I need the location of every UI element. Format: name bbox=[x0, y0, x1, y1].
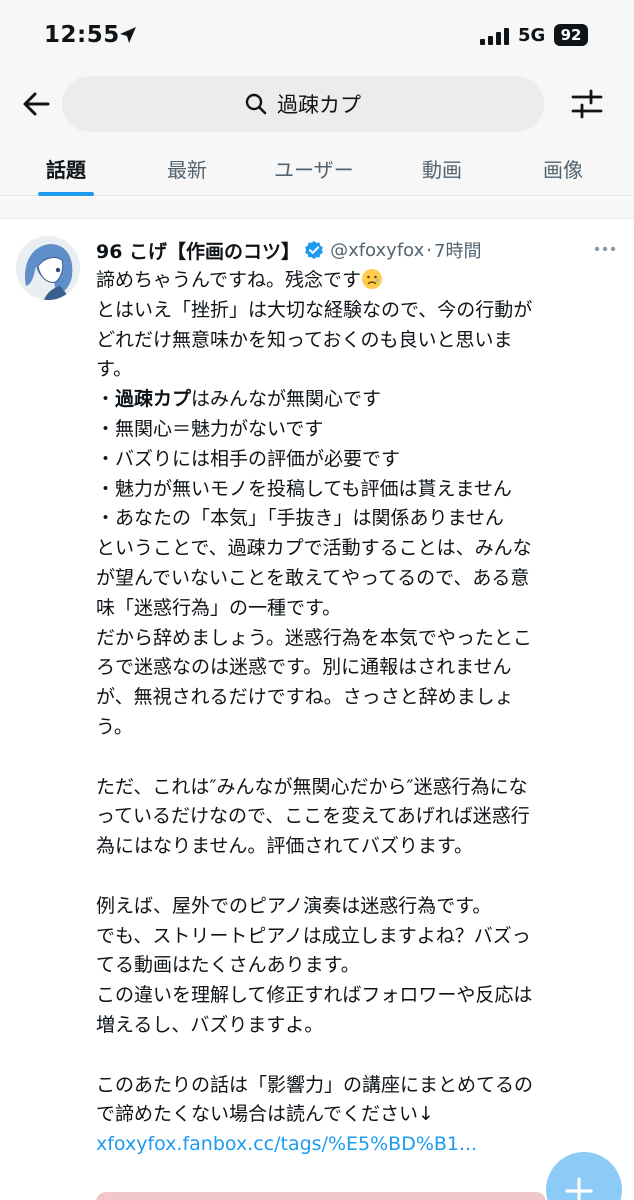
tab-users[interactable]: ユーザー bbox=[274, 154, 354, 183]
author-name[interactable]: 96 こげ【作画のコツ】 bbox=[96, 237, 300, 264]
tweet-line: ということで、過疎カプで活動することは、みんな bbox=[96, 537, 532, 560]
tweet-link[interactable]: xfoxyfox.fanbox.cc/tags/%E5%BD%B1... bbox=[96, 1130, 616, 1160]
tweet-line: 為にはなりません。評価されてバズります。 bbox=[96, 835, 473, 858]
tweet-line: どれだけ無意味かを知っておくのも良いと思いま bbox=[96, 328, 513, 351]
tweet-time[interactable]: 7時間 bbox=[434, 237, 481, 263]
location-arrow-icon bbox=[120, 27, 136, 43]
tweet-line: だから辞めましょう。迷惑行為を本気でやったとこ bbox=[96, 626, 532, 649]
author-handle[interactable]: @xfoxyfox bbox=[330, 240, 424, 261]
search-tabs: 話題 最新 ユーザー 動画 画像 bbox=[0, 140, 634, 196]
tweet-line: う。 bbox=[96, 715, 133, 738]
signal-icon bbox=[480, 28, 509, 45]
tweet-line: 諦めちゃうんですね。残念です bbox=[96, 266, 616, 296]
tab-images[interactable]: 画像 bbox=[543, 154, 583, 183]
tweet-line: ・魅力が無いモノを投稿しても評価は貰えません bbox=[96, 477, 512, 500]
tweet-line: ろで迷惑なのは迷惑です。別に通報はされません bbox=[96, 656, 512, 679]
tab-videos[interactable]: 動画 bbox=[422, 154, 462, 183]
link-card[interactable] bbox=[96, 1192, 546, 1200]
search-header: 過疎カプ bbox=[0, 70, 634, 140]
tweet-line: この違いを理解して修正すればフォロワーや反応は bbox=[96, 984, 533, 1007]
search-icon bbox=[245, 93, 267, 115]
separator: · bbox=[426, 239, 432, 261]
search-input[interactable]: 過疎カプ bbox=[62, 76, 544, 132]
tab-latest[interactable]: 最新 bbox=[167, 154, 207, 183]
tab-top[interactable]: 話題 bbox=[46, 154, 86, 183]
verified-badge-icon bbox=[305, 240, 323, 260]
tweet-line: す。 bbox=[96, 358, 133, 381]
search-query: 過疎カプ bbox=[277, 93, 361, 117]
plus-icon bbox=[565, 1177, 593, 1200]
tweet-header: 96 こげ【作画のコツ】 @xfoxyfox · 7時間 bbox=[96, 236, 616, 264]
tweet-line: ・無関心＝魅力がないです bbox=[96, 417, 324, 440]
back-arrow-icon[interactable] bbox=[18, 86, 54, 122]
more-icon[interactable] bbox=[592, 240, 618, 258]
filter-icon[interactable] bbox=[570, 87, 604, 121]
tweet-line: ・バズりには相手の評価が必要です bbox=[96, 447, 401, 470]
status-bar: 12:55 5G 92 bbox=[0, 0, 634, 70]
tweet-line: 味「迷惑行為」の一種です。 bbox=[96, 596, 342, 619]
battery-level: 92 bbox=[554, 24, 588, 46]
tweet-text: 諦めちゃうんですね。残念です とはいえ「挫折」は大切な経験なので、今の行動が ど… bbox=[96, 266, 616, 1160]
tweet-line: ・あなたの「本気」「手抜き」は関係ありません bbox=[96, 507, 504, 530]
active-tab-indicator bbox=[38, 192, 94, 196]
tweet-line: このあたりの話は「影響力」の講座にまとめてるの bbox=[96, 1073, 534, 1096]
network-type: 5G bbox=[518, 25, 546, 46]
tweet-line: ただ、これは″みんなが無関心だから″迷惑行為にな bbox=[96, 775, 528, 798]
tweet-line: 増えるし、バズりますよ。 bbox=[96, 1013, 324, 1036]
status-time: 12:55 bbox=[44, 22, 120, 48]
tweet-line: っているだけなので、ここを変えてあげれば迷惑行 bbox=[96, 805, 530, 828]
tweet-line: が望んでいないことを敢えてやってるので、ある意 bbox=[96, 566, 530, 589]
highlighted-keyword: 過疎カプ bbox=[115, 388, 192, 411]
tweet-line: 例えば、屋外でのピアノ演奏は迷惑行為です。 bbox=[96, 894, 492, 917]
avatar[interactable] bbox=[16, 236, 80, 300]
tweet-line: が、無視されるだけですね。さっさと辞めましょ bbox=[96, 686, 514, 709]
tweet-line: でも、ストリートピアノは成立しますよね？バズっ bbox=[96, 924, 531, 947]
tweet-line: とはいえ「挫折」は大切な経験なので、今の行動が bbox=[96, 298, 533, 321]
tweet-line: で諦めたくない場合は読んでください↓ bbox=[96, 1103, 434, 1126]
tweet-line: ・過疎カプはみんなが無関心です bbox=[96, 388, 382, 411]
tweet-line: てる動画はたくさんあります。 bbox=[96, 954, 360, 977]
divider bbox=[0, 197, 634, 219]
sad-face-emoji bbox=[362, 269, 383, 289]
